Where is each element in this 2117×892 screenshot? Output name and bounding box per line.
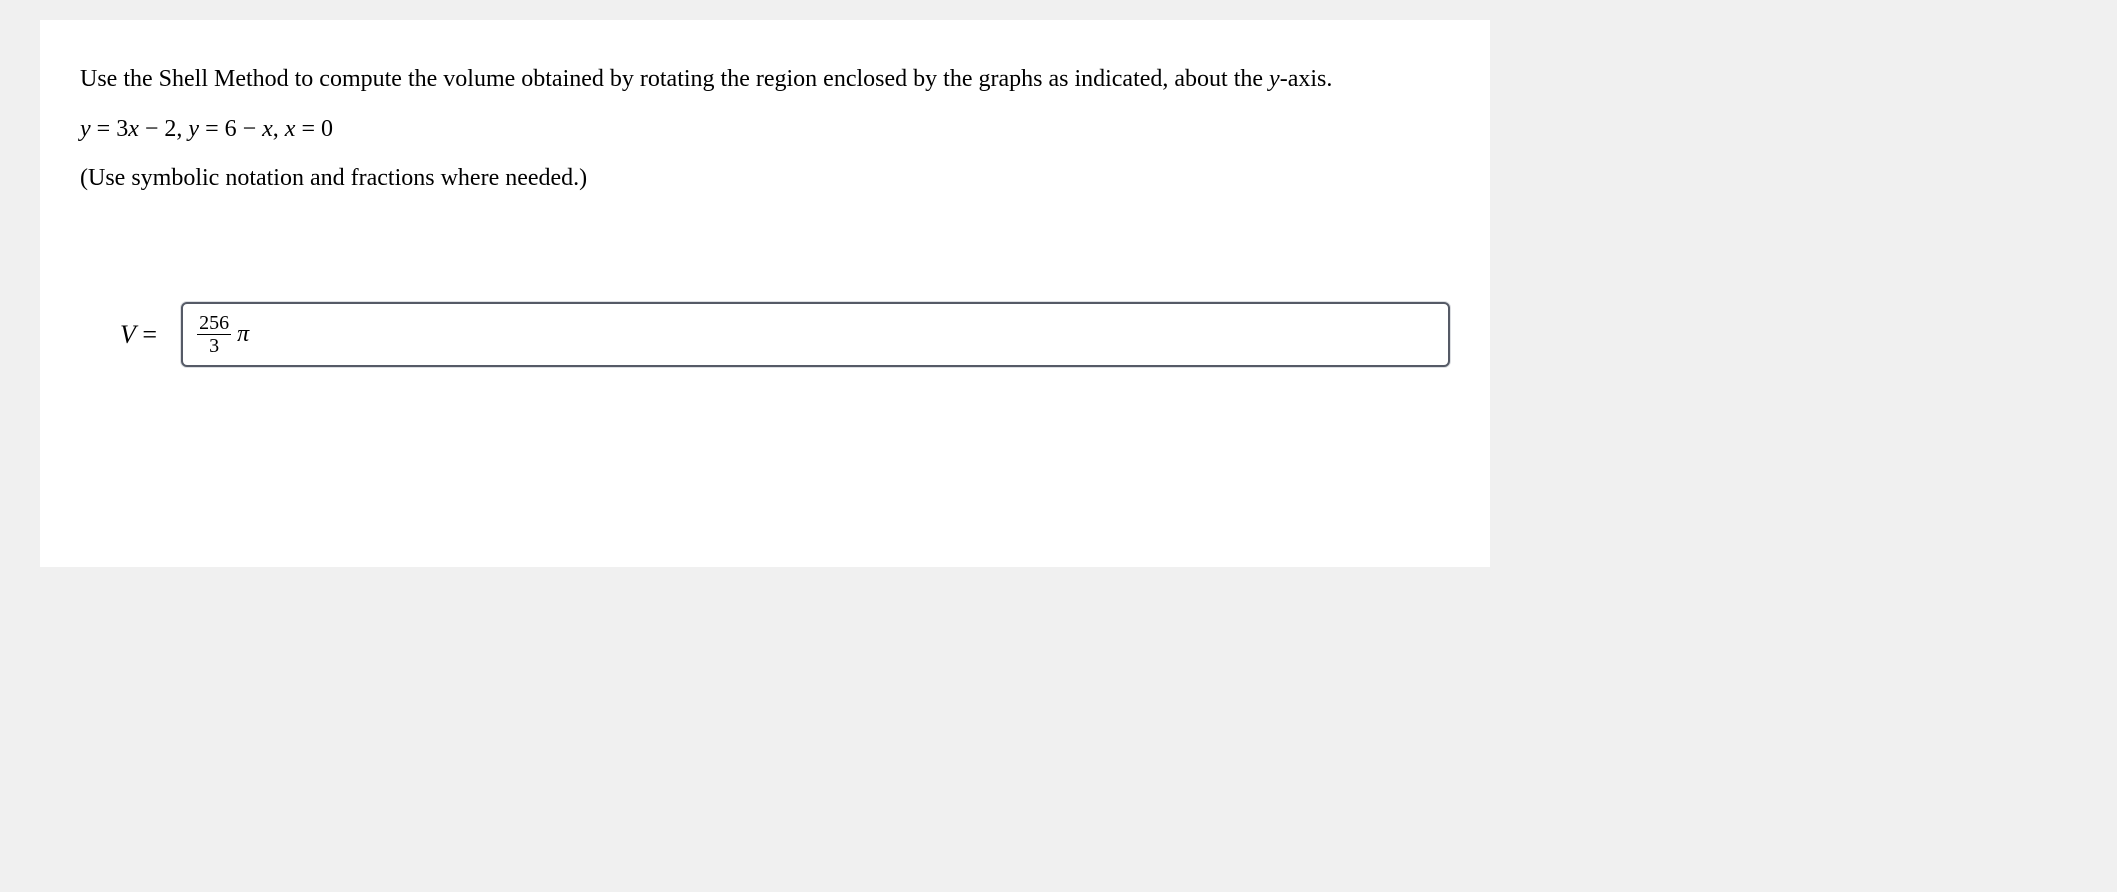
y-axis-y: y (1269, 66, 1280, 92)
hint-text: (Use symbolic notation and fractions whe… (80, 165, 1450, 192)
answer-input[interactable]: 256 3 π (181, 302, 1450, 367)
numerator: 256 (197, 312, 231, 334)
answer-V: V (120, 320, 136, 349)
question-prompt: Use the Shell Method to compute the volu… (80, 60, 1450, 98)
prompt-text-after: -axis. (1280, 66, 1333, 92)
denominator: 3 (197, 334, 231, 357)
pi-symbol: π (237, 321, 249, 348)
prompt-text-before: Use the Shell Method to compute the volu… (80, 66, 1269, 92)
answer-label: V = (120, 320, 157, 350)
question-card: Use the Shell Method to compute the volu… (40, 20, 1490, 567)
answer-eq: = (136, 320, 157, 349)
fraction: 256 3 (197, 312, 231, 357)
answer-row: V = 256 3 π (80, 302, 1450, 367)
equations-text: y = 3x − 2, y = 6 − x, x = 0 (80, 116, 333, 142)
equations: y = 3x − 2, y = 6 − x, x = 0 (80, 116, 1450, 143)
answer-content: 256 3 π (197, 312, 249, 357)
